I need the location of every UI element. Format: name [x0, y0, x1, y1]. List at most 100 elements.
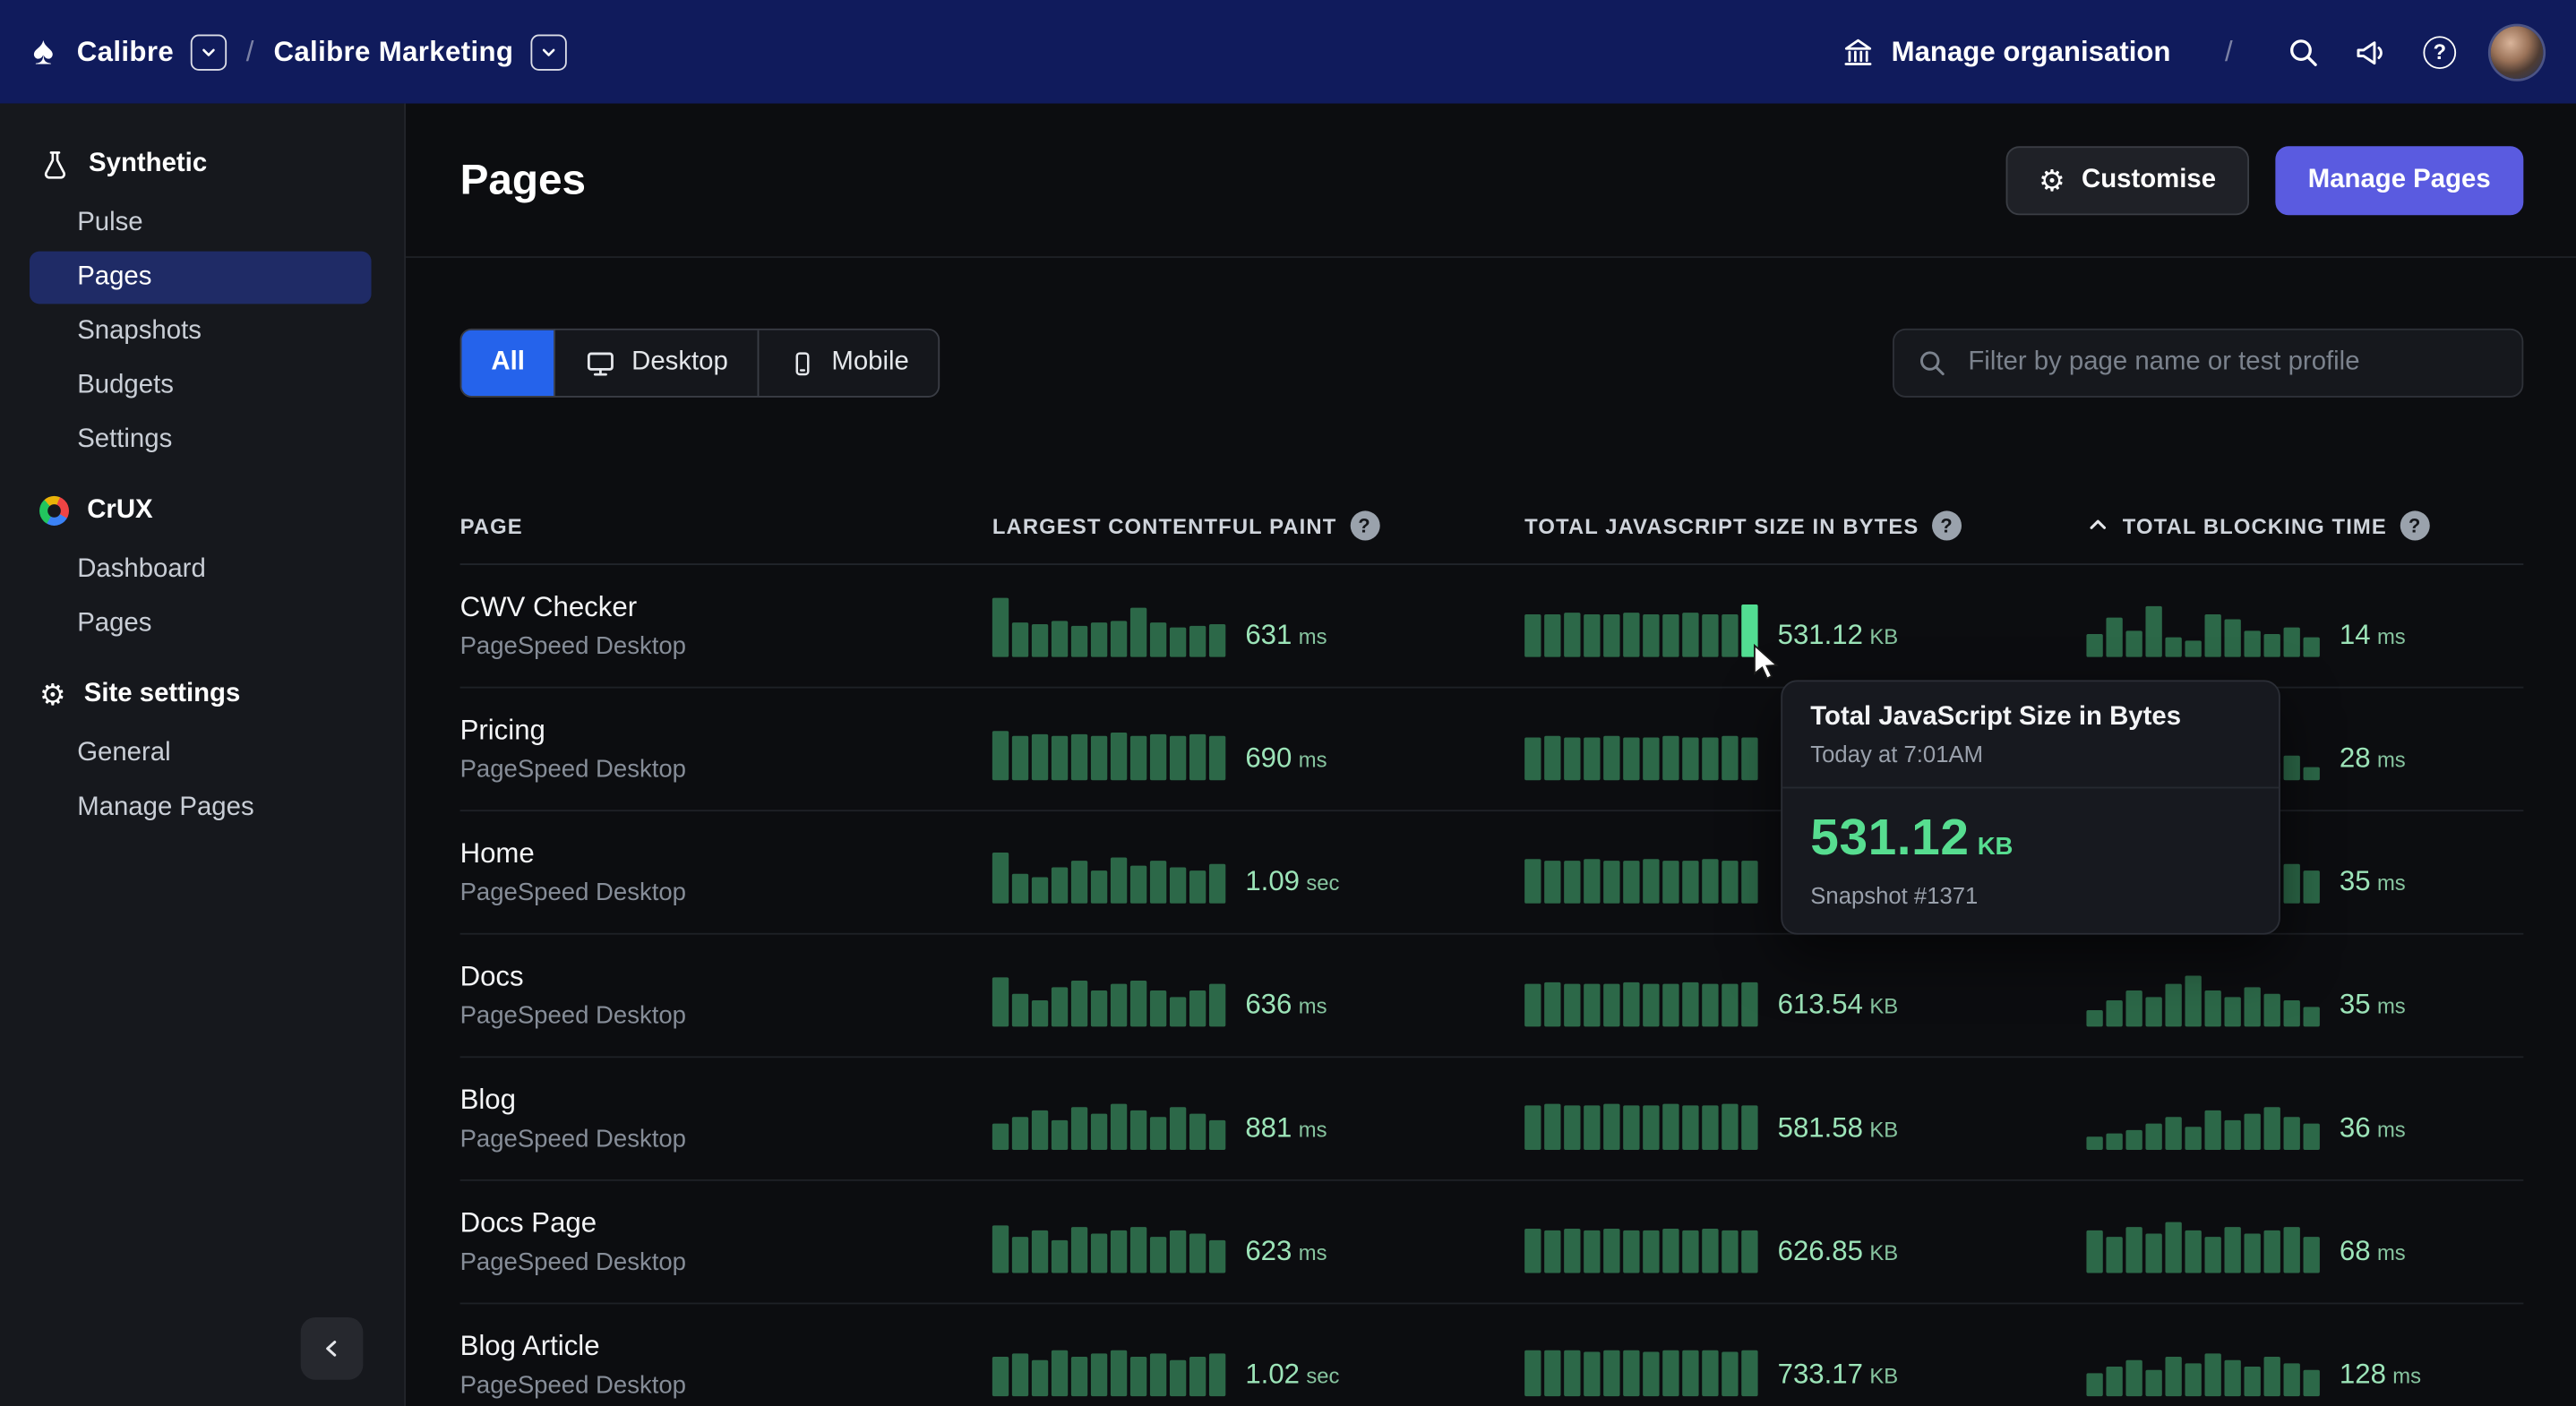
- chart-bar[interactable]: [1209, 984, 1225, 1027]
- chart-bar[interactable]: [1662, 861, 1679, 904]
- filter-mobile-button[interactable]: Mobile: [760, 330, 939, 396]
- chart-bar[interactable]: [1524, 984, 1541, 1027]
- chart-bar[interactable]: [2245, 1367, 2261, 1396]
- chart-bar[interactable]: [1170, 867, 1186, 903]
- help-icon[interactable]: ?: [1350, 510, 1379, 540]
- chart-bar[interactable]: [2284, 1227, 2300, 1273]
- sidebar-item-crux-dashboard[interactable]: Dashboard: [30, 544, 372, 596]
- chart-bar[interactable]: [1603, 614, 1619, 657]
- chart-bar[interactable]: [2185, 976, 2201, 1027]
- chart-bar[interactable]: [1702, 1350, 1718, 1396]
- chart-bar[interactable]: [1209, 1240, 1225, 1273]
- chart-bar[interactable]: [1741, 738, 1757, 781]
- table-row[interactable]: Docs Page PageSpeed Desktop 623ms 626.85…: [460, 1181, 2524, 1305]
- chart-bar[interactable]: [1170, 997, 1186, 1026]
- search-input[interactable]: [1965, 347, 2499, 380]
- chart-bar[interactable]: [1111, 1230, 1127, 1273]
- tbt-sparkline[interactable]: [2086, 1333, 2319, 1396]
- manage-pages-button[interactable]: Manage Pages: [2275, 145, 2523, 214]
- chart-bar[interactable]: [1584, 859, 1600, 904]
- chart-bar[interactable]: [1564, 613, 1580, 657]
- chart-bar[interactable]: [1032, 1360, 1048, 1396]
- chart-bar[interactable]: [1741, 982, 1757, 1027]
- chart-bar[interactable]: [2225, 997, 2241, 1026]
- chart-bar[interactable]: [1603, 1350, 1619, 1396]
- chart-bar[interactable]: [2185, 1363, 2201, 1396]
- lcp-sparkline[interactable]: [992, 1087, 1225, 1150]
- chart-bar[interactable]: [1052, 1350, 1068, 1396]
- chart-bar[interactable]: [2284, 1363, 2300, 1396]
- chart-bar[interactable]: [1052, 1120, 1068, 1150]
- chart-bar[interactable]: [1150, 622, 1166, 657]
- chart-bar[interactable]: [1189, 990, 1206, 1026]
- chart-bar[interactable]: [2204, 1110, 2220, 1150]
- chart-bar[interactable]: [2125, 1360, 2142, 1396]
- chart-bar[interactable]: [2245, 630, 2261, 656]
- column-header-page[interactable]: PAGE: [460, 513, 992, 538]
- chart-bar[interactable]: [1032, 1110, 1048, 1150]
- chart-bar[interactable]: [1722, 736, 1738, 781]
- chart-bar[interactable]: [1091, 1114, 1107, 1150]
- chart-bar[interactable]: [2086, 1010, 2102, 1026]
- chart-bar[interactable]: [1702, 1229, 1718, 1273]
- chart-bar[interactable]: [2245, 987, 2261, 1026]
- chart-bar[interactable]: [1071, 626, 1087, 657]
- chart-bar[interactable]: [2304, 1237, 2320, 1273]
- chart-bar[interactable]: [2145, 606, 2161, 657]
- chart-bar[interactable]: [1032, 877, 1048, 903]
- chart-bar[interactable]: [2225, 1120, 2241, 1150]
- chart-bar[interactable]: [2245, 1233, 2261, 1273]
- chart-bar[interactable]: [2284, 628, 2300, 657]
- chart-bar[interactable]: [1623, 861, 1639, 904]
- lcp-sparkline[interactable]: [992, 1333, 1225, 1396]
- user-avatar[interactable]: [2491, 25, 2544, 78]
- js-size-sparkline[interactable]: [1524, 1333, 1757, 1396]
- chart-bar[interactable]: [1130, 981, 1146, 1026]
- column-header-lcp[interactable]: LARGEST CONTENTFUL PAINT ?: [992, 510, 1524, 540]
- chart-bar[interactable]: [992, 977, 1009, 1026]
- chart-bar[interactable]: [2284, 756, 2300, 781]
- chart-bar[interactable]: [1544, 1230, 1560, 1273]
- chart-bar[interactable]: [1189, 1114, 1206, 1150]
- chart-bar[interactable]: [1524, 859, 1541, 904]
- chart-bar[interactable]: [2304, 1007, 2320, 1026]
- chart-bar[interactable]: [1111, 621, 1127, 656]
- chart-bar[interactable]: [1603, 984, 1619, 1027]
- manage-organisation-link[interactable]: Manage organisation: [1842, 35, 2171, 68]
- chart-bar[interactable]: [1623, 982, 1639, 1027]
- chart-bar[interactable]: [1052, 621, 1068, 656]
- chart-bar[interactable]: [1584, 738, 1600, 781]
- chart-bar[interactable]: [1623, 1230, 1639, 1273]
- page-name[interactable]: CWV Checker: [460, 591, 992, 624]
- chart-bar[interactable]: [1682, 861, 1698, 904]
- js-size-sparkline[interactable]: [1524, 964, 1757, 1027]
- chart-bar[interactable]: [2086, 1230, 2102, 1273]
- chart-bar[interactable]: [1643, 738, 1659, 781]
- chart-bar[interactable]: [1130, 1110, 1146, 1150]
- chart-bar[interactable]: [2284, 1117, 2300, 1150]
- chart-bar[interactable]: [1623, 738, 1639, 781]
- chart-bar[interactable]: [1524, 738, 1541, 781]
- chart-bar[interactable]: [1544, 1350, 1560, 1396]
- chart-bar[interactable]: [1564, 1350, 1580, 1396]
- chart-bar[interactable]: [1052, 1240, 1068, 1273]
- chart-bar[interactable]: [1170, 1230, 1186, 1273]
- sidebar-item-snapshots[interactable]: Snapshots: [30, 305, 372, 358]
- chart-bar[interactable]: [1623, 1350, 1639, 1396]
- chart-bar[interactable]: [2284, 1000, 2300, 1026]
- chart-bar[interactable]: [2125, 1130, 2142, 1150]
- chart-bar[interactable]: [2165, 1117, 2181, 1150]
- chart-bar[interactable]: [1170, 1107, 1186, 1150]
- chart-bar[interactable]: [2106, 1367, 2122, 1396]
- chart-bar[interactable]: [2086, 1373, 2102, 1396]
- chart-bar[interactable]: [1130, 1227, 1146, 1273]
- js-size-sparkline[interactable]: [1524, 595, 1757, 657]
- chart-bar[interactable]: [2245, 1114, 2261, 1150]
- chart-bar[interactable]: [2145, 997, 2161, 1026]
- chart-bar[interactable]: [2086, 634, 2102, 657]
- help-icon[interactable]: ?: [2423, 35, 2456, 68]
- chart-bar[interactable]: [1209, 1353, 1225, 1396]
- chart-bar[interactable]: [1150, 990, 1166, 1026]
- chart-bar[interactable]: [1150, 734, 1166, 780]
- filter-all-button[interactable]: All: [461, 330, 555, 396]
